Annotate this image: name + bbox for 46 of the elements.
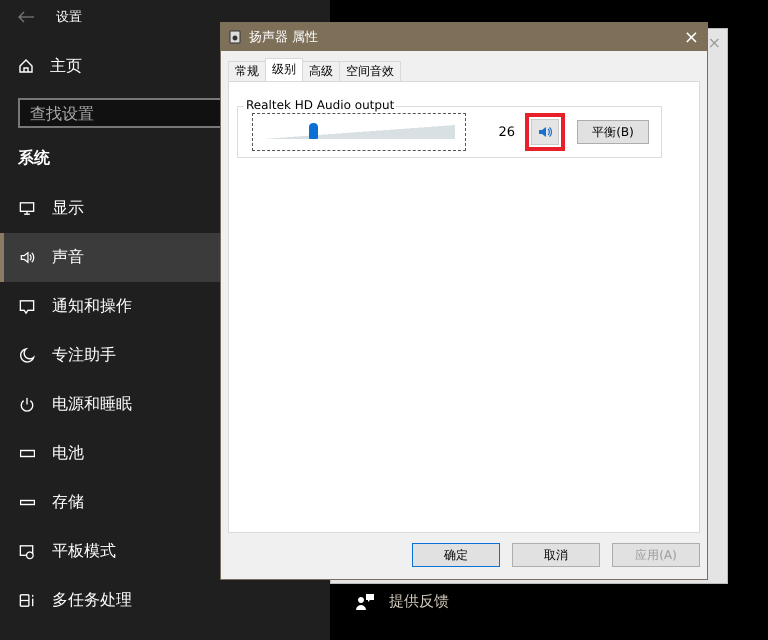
sidebar-item-label: 通知和操作	[52, 296, 132, 317]
sidebar-item[interactable]: 存储	[0, 478, 330, 527]
battery-icon	[20, 449, 34, 458]
back-arrow-icon[interactable]	[18, 11, 34, 23]
sidebar-item-label: 专注助手	[52, 345, 116, 366]
sidebar-item[interactable]: 多任务处理	[0, 576, 330, 625]
dialog-title: 扬声器 属性	[249, 29, 318, 46]
sidebar-item-label: 电源和睡眠	[52, 394, 132, 415]
section-heading: 系统	[18, 148, 50, 168]
tab[interactable]: 级别	[265, 58, 303, 81]
sidebar-item-label: 平板模式	[52, 541, 116, 562]
feedback-icon	[355, 592, 375, 610]
close-icon[interactable]: ×	[684, 26, 699, 48]
power-icon	[18, 395, 36, 414]
sidebar-item-label: 显示	[52, 198, 84, 219]
message-icon	[18, 297, 36, 316]
sidebar-item[interactable]: 电源和睡眠	[0, 380, 330, 429]
slider-thumb[interactable]	[308, 123, 318, 139]
tab[interactable]: 常规	[228, 61, 266, 81]
sidebar-item-label: 存储	[52, 492, 84, 513]
storage-icon	[20, 499, 34, 506]
monitor-icon	[18, 199, 36, 218]
sidebar-item[interactable]: 平板模式	[0, 527, 330, 576]
balance-button[interactable]: 平衡(B)	[577, 120, 649, 144]
home-link[interactable]: 主页	[50, 56, 82, 76]
speaker-icon	[538, 125, 552, 139]
sidebar-item-label: 多任务处理	[52, 590, 132, 611]
group-label: Realtek HD Audio output	[244, 98, 396, 112]
sidebar-item[interactable]: 显示	[0, 184, 330, 233]
moon-icon	[18, 346, 36, 365]
home-icon	[18, 58, 34, 74]
tab[interactable]: 空间音效	[339, 61, 401, 81]
feedback-link[interactable]: 提供反馈	[389, 592, 449, 611]
sidebar-item[interactable]: 通知和操作	[0, 282, 330, 331]
sidebar-item-label: 电池	[52, 443, 84, 464]
app-title: 设置	[56, 9, 82, 26]
dialog-button[interactable]: 取消	[512, 543, 600, 567]
sidebar-item[interactable]: 专注助手	[0, 331, 330, 380]
sidebar-item-label: 声音	[52, 247, 84, 268]
dialog-button[interactable]: 确定	[412, 543, 500, 567]
sidebar-item[interactable]: 电池	[0, 429, 330, 478]
tablet-icon	[18, 542, 36, 561]
multitask-icon	[18, 591, 36, 610]
speaker-device-icon	[229, 30, 241, 44]
volume-value: 26	[498, 124, 515, 140]
mute-button[interactable]	[531, 119, 559, 145]
